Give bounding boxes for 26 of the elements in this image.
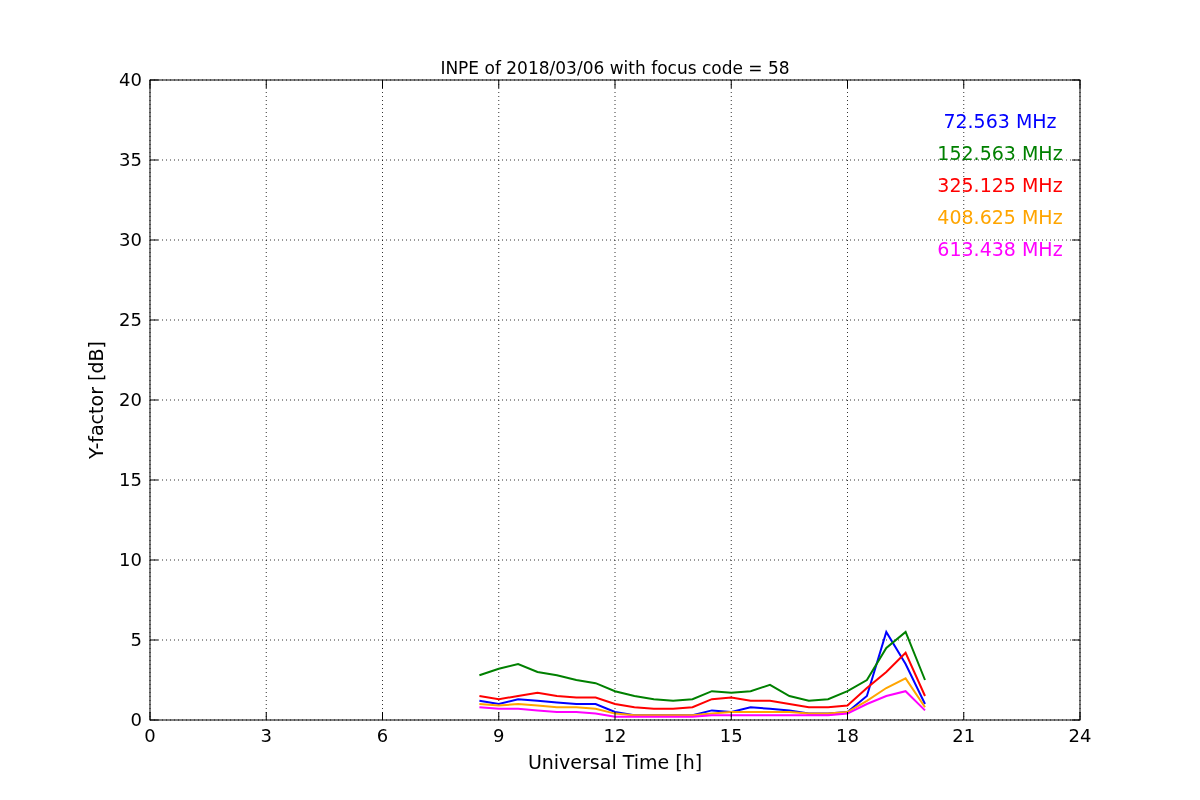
- tick-label: 30: [119, 229, 142, 250]
- tick-label: 15: [119, 469, 142, 490]
- legend-label: 325.125 MHz: [937, 174, 1063, 196]
- tick-label: 5: [130, 629, 142, 650]
- tick-label: 25: [119, 309, 142, 330]
- legend-label: 613.438 MHz: [937, 238, 1063, 260]
- tick-label: 24: [1068, 725, 1092, 746]
- tick-label: 40: [119, 69, 142, 90]
- tick-label: 21: [952, 725, 976, 746]
- tick-label: 20: [119, 389, 142, 410]
- legend-label: 72.563 MHz: [943, 110, 1057, 132]
- axis-label: Y-factor [dB]: [85, 341, 107, 459]
- tick-label: 15: [719, 725, 743, 746]
- axis-label: Universal Time [h]: [527, 751, 703, 773]
- legend-label: 408.625 MHz: [937, 206, 1063, 228]
- tick-label: 12: [603, 725, 627, 746]
- tick-label: 0: [144, 725, 156, 746]
- chart-title: INPE of 2018/03/06 with focus code = 58: [440, 58, 790, 78]
- tick-label: 35: [119, 149, 142, 170]
- legend-label: 152.563 MHz: [937, 142, 1063, 164]
- tick-label: 18: [836, 725, 859, 746]
- tick-label: 0: [130, 709, 142, 730]
- tick-label: 6: [376, 725, 389, 746]
- tick-label: 3: [260, 725, 272, 746]
- tick-label: 10: [119, 549, 142, 570]
- tick-label: 9: [493, 725, 505, 746]
